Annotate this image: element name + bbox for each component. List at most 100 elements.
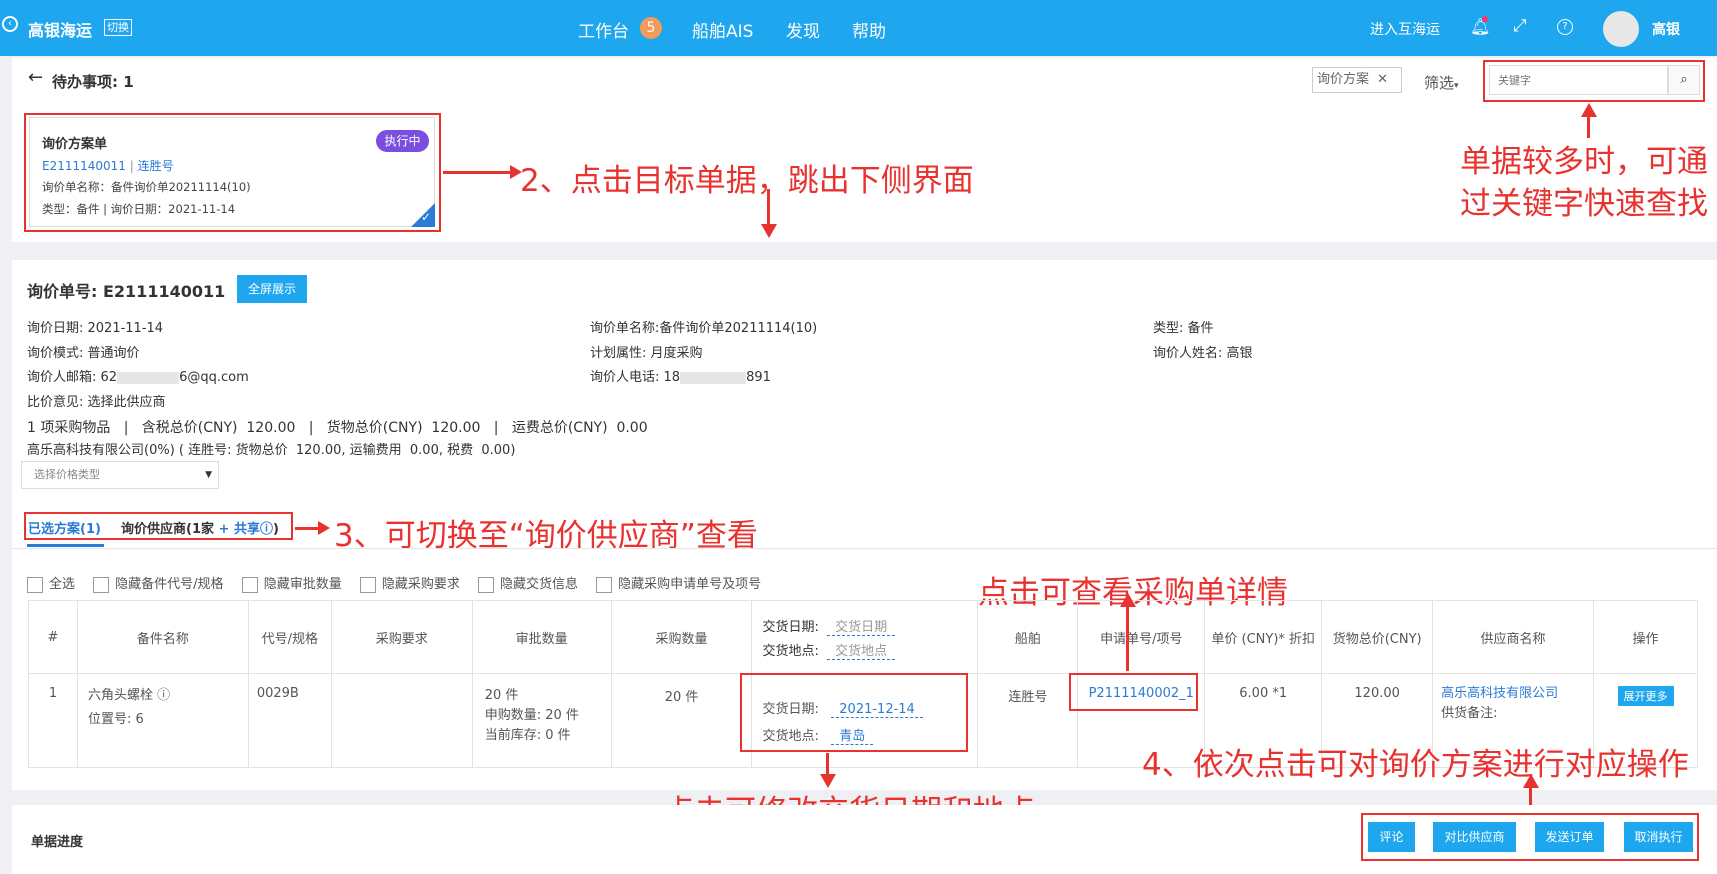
- delivery-highlight-box: [740, 673, 968, 752]
- card-number-line: E2111140011 | 连胜号: [42, 159, 174, 173]
- delivery-date-label: 交货日期:: [762, 619, 819, 635]
- fullscreen-button[interactable]: 全屏展示: [237, 275, 307, 303]
- cancel-execution-button[interactable]: 取消执行: [1624, 822, 1693, 852]
- send-order-button[interactable]: 发送订单: [1535, 822, 1604, 852]
- col-requisition: 申请单号/项号: [1077, 600, 1206, 674]
- col-part-name: 备件名称: [76, 600, 249, 674]
- row-part: 六角头螺栓 ⓘ 位置号: 6: [76, 673, 249, 768]
- hide-requisition-checkbox[interactable]: 隐藏采购申请单号及项号: [596, 576, 761, 593]
- row-approve: 20 件 申购数量: 20 件 当前库存: 0 件: [471, 673, 612, 768]
- part-name: 六角头螺栓 ⓘ: [87, 688, 171, 703]
- approve-qty: 20 件: [484, 688, 519, 703]
- price-type-placeholder: 选择价格类型: [34, 468, 100, 481]
- field-email: 询价人邮箱: 62 6@qq.com: [27, 366, 249, 385]
- nav-ship-ais[interactable]: 船舶AIS: [692, 17, 753, 42]
- hide-code-checkbox[interactable]: 隐藏备件代号/规格: [93, 576, 224, 593]
- phone-suffix: 891: [746, 370, 771, 385]
- requested-qty: 申购数量: 20 件: [484, 708, 579, 723]
- card-name: 询价单名称：备件询价单20211114(10): [42, 180, 251, 194]
- arrow-head: [761, 224, 777, 238]
- switch-button[interactable]: 切换: [104, 19, 132, 36]
- nav-discover[interactable]: 发现: [786, 17, 820, 42]
- delivery-date-input[interactable]: 交货日期: [827, 619, 896, 636]
- back-icon[interactable]: ‹: [2, 16, 18, 32]
- search-icon[interactable]: ⌕: [1668, 65, 1700, 95]
- help-icon[interactable]: ?: [1557, 19, 1573, 35]
- progress-title: 单据进度: [31, 835, 84, 850]
- arrow-head: [1120, 593, 1136, 607]
- col-requirement: 采购要求: [330, 600, 473, 674]
- delivery-place-label: 交货地点:: [762, 643, 819, 659]
- stock-qty: 当前库存: 0 件: [484, 728, 571, 743]
- arrow-head: [1581, 103, 1597, 117]
- order-number: 询价单号: E2111140011: [27, 278, 225, 302]
- nav-workbench[interactable]: 工作台: [578, 17, 629, 42]
- field-person: 询价人姓名: 高银: [1153, 346, 1253, 361]
- tab-inquiry-suppliers[interactable]: 询价供应商(1家 + 共享ⓘ): [121, 518, 279, 537]
- col-code: 代号/规格: [247, 600, 332, 674]
- filter-tag-label: 询价方案: [1317, 72, 1370, 87]
- annotation-actions: 4、依次点击可对询价方案进行对应操作: [1142, 747, 1689, 783]
- column-toggles: 全选 隐藏备件代号/规格 隐藏审批数量 隐藏采购要求 隐藏交货信息 隐藏采购申请…: [27, 573, 761, 593]
- enter-huhaiyun-link[interactable]: 进入互海运: [1370, 19, 1440, 39]
- col-supplier: 供应商名称: [1432, 600, 1594, 674]
- summary-line: 1 项采购物品 | 含税总价(CNY) 120.00 | 货物总价(CNY) 1…: [27, 420, 648, 436]
- search-input[interactable]: [1489, 65, 1668, 95]
- email-prefix: 询价人邮箱: 62: [27, 370, 118, 385]
- close-icon[interactable]: ✕: [1377, 72, 1388, 87]
- card-ship[interactable]: 连胜号: [138, 159, 174, 173]
- compare-suppliers-button[interactable]: 对比供应商: [1433, 822, 1516, 852]
- hide-requirement-checkbox[interactable]: 隐藏采购要求: [359, 576, 460, 593]
- field-type: 类型: 备件: [1153, 321, 1214, 336]
- card-number[interactable]: E2111140011: [42, 159, 126, 173]
- field-opinion: 比价意见: 选择此供应商: [27, 395, 166, 410]
- row-index: 1: [28, 673, 78, 768]
- tab-selected-plans[interactable]: 已选方案(1): [28, 518, 101, 537]
- col-unit-price: 单价 (CNY)* 折扣: [1204, 600, 1323, 674]
- select-all-checkbox[interactable]: 全选: [27, 576, 75, 593]
- divider: [12, 548, 1717, 549]
- col-approve-qty: 审批数量: [471, 600, 612, 674]
- po-highlight-box: [1069, 673, 1198, 711]
- back-arrow-icon[interactable]: ←: [28, 67, 43, 88]
- card-meta: 类型：备件 | 询价日期：2021-11-14: [42, 202, 236, 216]
- info-icon: ⓘ: [259, 522, 273, 537]
- hide-delivery-checkbox[interactable]: 隐藏交货信息: [478, 576, 578, 593]
- supplier-link[interactable]: 高乐高科技有限公司: [1441, 684, 1593, 704]
- price-type-select[interactable]: 选择价格类型 ▼: [21, 461, 219, 489]
- chevron-down-icon: ▾: [1454, 81, 1459, 91]
- top-navbar: ‹ 高银海运 切换 工作台 5 船舶AIS 发现 帮助 进入互海运 🔔︎ ⤢ ?…: [0, 0, 1717, 56]
- arrow-head: [318, 521, 330, 535]
- todo-title: 待办事项: 1: [52, 73, 134, 91]
- redaction-block: [117, 371, 180, 384]
- status-badge: 执行中: [376, 130, 429, 152]
- email-suffix: 6@qq.com: [179, 370, 249, 385]
- workbench-badge: 5: [640, 17, 662, 39]
- comment-button[interactable]: 评论: [1368, 822, 1415, 852]
- field-plan: 计划属性: 月度采购: [590, 346, 703, 361]
- notification-dot: [1482, 16, 1488, 22]
- filter-label: 筛选: [1424, 74, 1455, 92]
- row-purchase-qty: 20 件: [610, 673, 753, 768]
- filter-tag[interactable]: 询价方案 ✕: [1312, 67, 1402, 93]
- filter-button[interactable]: 筛选▾: [1424, 72, 1459, 93]
- supplier-summary: 高乐高科技有限公司(0%) ( 连胜号: 货物总价 120.00, 运输费用 0…: [27, 443, 516, 458]
- card-title: 询价方案单: [42, 137, 108, 152]
- row-requirement: [330, 673, 473, 768]
- share-link[interactable]: + 共享: [219, 522, 260, 537]
- table-header: # 备件名称 代号/规格 采购要求 审批数量 采购数量 交货日期: 交货日期 交…: [28, 600, 1698, 674]
- delivery-place-input[interactable]: 交货地点: [827, 643, 896, 660]
- nav-help[interactable]: 帮助: [852, 17, 886, 42]
- annotation-click-card: 2、点击目标单据，跳出下侧界面: [520, 163, 974, 199]
- field-phone: 询价人电话: 18 891: [590, 366, 771, 385]
- fullscreen-icon[interactable]: ⤢: [1513, 16, 1527, 36]
- user-name[interactable]: 高银: [1652, 19, 1680, 39]
- col-ship: 船舶: [977, 600, 1079, 674]
- hide-approve-checkbox[interactable]: 隐藏审批数量: [241, 576, 342, 593]
- tab-supplier-label: 询价供应商(1家: [121, 522, 214, 537]
- chevron-down-icon: ▼: [205, 470, 212, 480]
- expand-more-button[interactable]: 展开更多: [1617, 686, 1674, 706]
- avatar[interactable]: [1603, 11, 1639, 47]
- col-action: 操作: [1593, 600, 1698, 674]
- check-icon: ✓: [421, 210, 432, 224]
